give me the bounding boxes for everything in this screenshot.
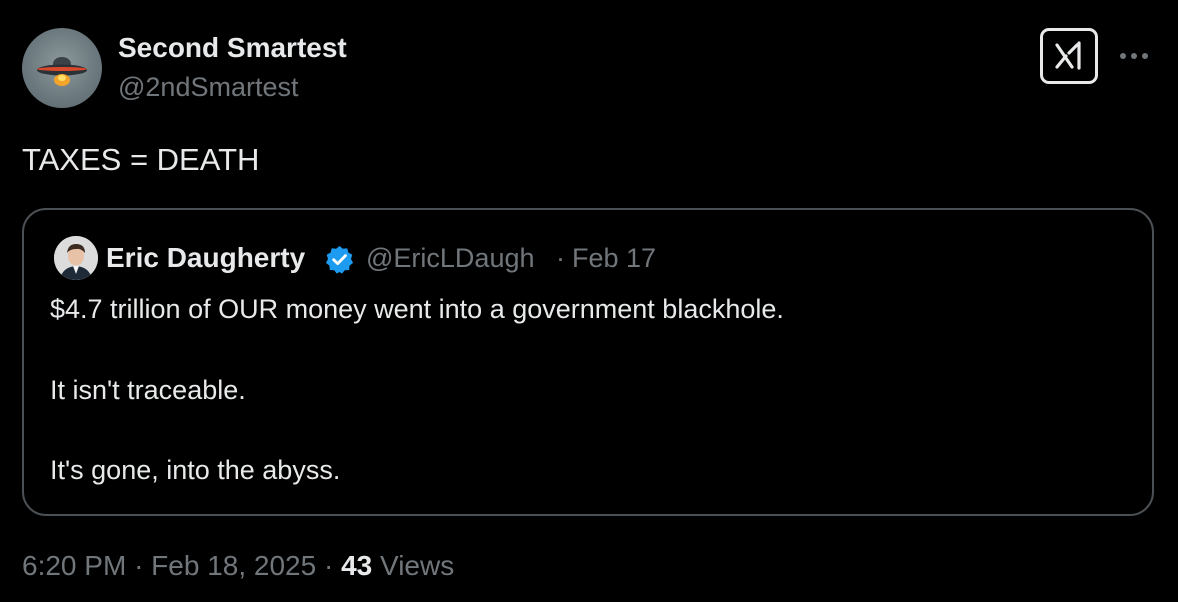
quoted-text-line: $4.7 trillion of OUR money went into a g… (50, 294, 784, 324)
grok-icon (1055, 41, 1081, 70)
tweet-time[interactable]: 6:20 PM (22, 550, 126, 581)
more-icon (1120, 53, 1148, 59)
quoted-text-line: It isn't traceable. (50, 375, 246, 405)
author-name[interactable]: Second Smartest (118, 32, 347, 64)
views-count[interactable]: 43 (341, 550, 372, 581)
grok-button[interactable] (1040, 28, 1098, 84)
profile-photo-icon (54, 236, 98, 280)
quoted-tweet-date[interactable]: Feb 17 (572, 243, 656, 274)
views-label: Views (380, 550, 455, 581)
quoted-author-name[interactable]: Eric Daugherty (106, 242, 305, 274)
meta-separator: · (134, 550, 144, 581)
verified-badge-icon (324, 244, 355, 275)
quoted-tweet-card[interactable]: Eric Daugherty @EricLDaugh · Feb 17 $4.7… (22, 208, 1154, 516)
author-handle[interactable]: @2ndSmartest (118, 72, 298, 103)
tweet-text: TAXES = DEATH (22, 142, 260, 177)
meta-separator: · (323, 550, 334, 581)
quoted-text-line: It's gone, into the abyss. (50, 455, 341, 485)
quoted-meta-separator: · (556, 243, 565, 273)
ufo-avatar-icon (37, 57, 87, 86)
more-options-button[interactable] (1112, 40, 1156, 72)
quoted-author-handle[interactable]: @EricLDaugh (366, 243, 535, 274)
author-avatar[interactable] (22, 28, 102, 108)
tweet-metadata: 6:20 PM · Feb 18, 2025 · 43 Views (22, 550, 454, 582)
tweet-date[interactable]: Feb 18, 2025 (151, 550, 316, 581)
quoted-author-avatar[interactable] (54, 236, 98, 280)
